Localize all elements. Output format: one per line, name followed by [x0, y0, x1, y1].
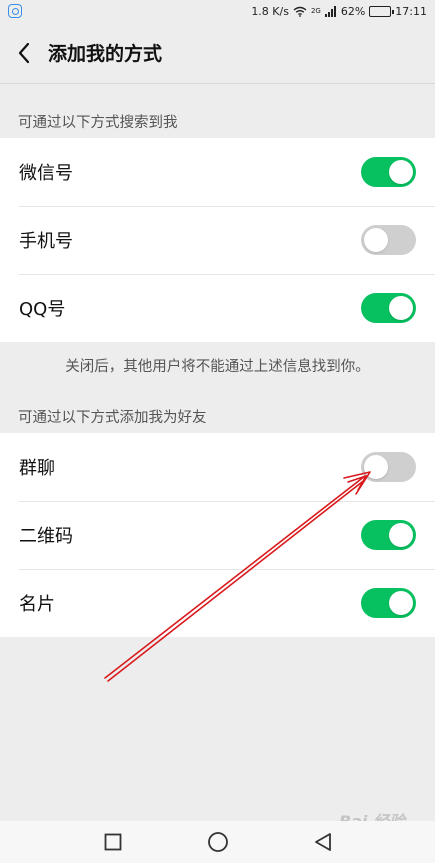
toggle-knob — [389, 591, 413, 615]
chevron-left-icon — [18, 42, 30, 63]
circle-icon — [207, 832, 228, 852]
setting-label: QQ号 — [19, 299, 66, 320]
setting-label: 微信号 — [19, 163, 73, 184]
setting-row-group-chat: 群聊 — [0, 433, 435, 501]
toggle-knob — [389, 160, 413, 184]
add-section-label: 可通过以下方式添加我为好友 — [18, 410, 207, 426]
network-speed: 1.8 K/s — [251, 4, 289, 18]
search-section-label: 可通过以下方式搜索到我 — [18, 115, 178, 131]
setting-label: 二维码 — [19, 526, 73, 547]
search-app-icon — [8, 4, 22, 18]
status-left — [8, 4, 22, 18]
toggle-knob — [389, 296, 413, 320]
toggle-knob — [364, 455, 388, 479]
back-nav-button[interactable] — [303, 822, 343, 862]
home-button[interactable] — [198, 822, 238, 862]
toggle-knob — [364, 228, 388, 252]
setting-row-business-card: 名片 — [0, 569, 435, 637]
group-chat-toggle[interactable] — [361, 452, 416, 482]
screen: 1.8 K/s 2G 62% 17:11 添加我的方式 可通过以下方式搜索到我 … — [0, 0, 435, 863]
setting-row-qq: QQ号 — [0, 274, 435, 342]
wifi-icon — [293, 6, 307, 17]
back-button[interactable] — [0, 22, 48, 84]
status-right: 1.8 K/s 2G 62% 17:11 — [251, 5, 427, 18]
search-hint: 关闭后，其他用户将不能通过上述信息找到你。 — [65, 359, 370, 375]
navigation-bar — [0, 821, 435, 863]
add-settings-group: 群聊 二维码 名片 — [0, 433, 435, 637]
setting-label: 名片 — [19, 594, 55, 615]
setting-label: 群聊 — [19, 458, 55, 479]
setting-label: 手机号 — [19, 231, 73, 252]
wechat-id-toggle[interactable] — [361, 157, 416, 187]
status-bar: 1.8 K/s 2G 62% 17:11 — [0, 0, 435, 22]
search-settings-group: 微信号 手机号 QQ号 — [0, 138, 435, 342]
square-icon — [104, 833, 121, 851]
qq-toggle[interactable] — [361, 293, 416, 323]
signal-icon — [324, 5, 336, 17]
setting-row-phone: 手机号 — [0, 206, 435, 274]
triangle-back-icon — [314, 833, 331, 851]
header: 添加我的方式 — [0, 22, 435, 84]
business-card-toggle[interactable] — [361, 588, 416, 618]
setting-row-qr-code: 二维码 — [0, 501, 435, 569]
recent-apps-button[interactable] — [93, 822, 133, 862]
clock: 17:11 — [395, 4, 427, 18]
setting-row-wechat-id: 微信号 — [0, 138, 435, 206]
battery-percent: 62% — [340, 4, 366, 18]
toggle-knob — [389, 523, 413, 547]
qr-code-toggle[interactable] — [361, 520, 416, 550]
phone-toggle[interactable] — [361, 225, 416, 255]
network-type: 2G — [310, 7, 321, 15]
battery-icon — [369, 5, 395, 17]
page-title: 添加我的方式 — [48, 43, 163, 65]
